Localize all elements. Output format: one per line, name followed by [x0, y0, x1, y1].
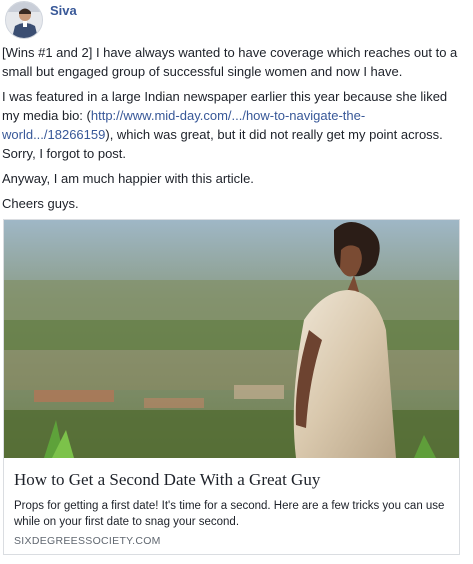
link-preview-card[interactable]: How to Get a Second Date With a Great Gu…	[3, 219, 460, 555]
link-preview-domain: SIXDEGREESSOCIETY.COM	[14, 535, 161, 547]
link-preview-image[interactable]	[4, 220, 459, 458]
author-name[interactable]: Siva	[50, 3, 77, 18]
avatar[interactable]	[5, 1, 43, 39]
post-paragraph: [Wins #1 and 2] I have always wanted to …	[2, 45, 458, 79]
post-text: [Wins #1 and 2] I have always wanted to …	[2, 43, 465, 219]
post-header: Siva	[0, 0, 473, 40]
link-preview-info[interactable]: How to Get a Second Date With a Great Gu…	[4, 458, 459, 554]
avatar-photo	[6, 2, 42, 38]
link-preview-description: Props for getting a first date! It's tim…	[14, 500, 445, 528]
post-paragraph: Cheers guys.	[2, 196, 79, 211]
post-paragraph: I was featured in a large Indian newspap…	[2, 87, 465, 163]
article-photo	[4, 220, 459, 458]
facebook-post: Siva [Wins #1 and 2] I have always wante…	[0, 0, 473, 564]
post-paragraph: Anyway, I am much happier with this arti…	[2, 171, 254, 186]
link-preview-title[interactable]: How to Get a Second Date With a Great Gu…	[14, 470, 320, 490]
